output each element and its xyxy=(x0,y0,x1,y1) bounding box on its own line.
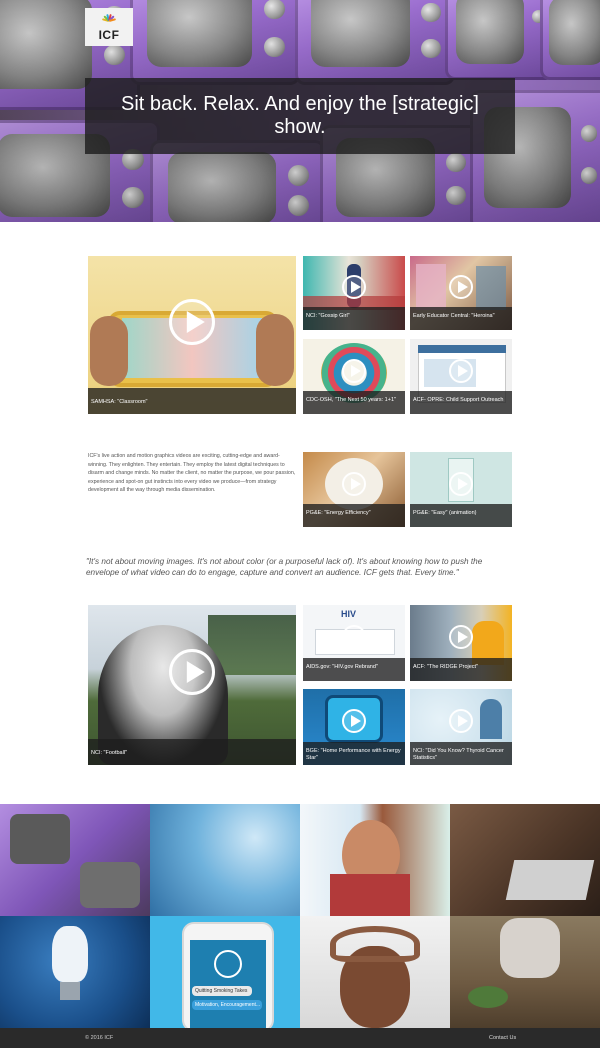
video-tile-pge-energy-efficiency[interactable]: PG&E: "Energy Efficiency" xyxy=(303,452,405,527)
video-caption: NCI: "Did You Know? Thyroid Cancer Stati… xyxy=(410,742,512,765)
hero-headline: Sit back. Relax. And enjoy the [strategi… xyxy=(121,93,479,138)
no-smoking-icon xyxy=(214,950,242,978)
hiv-logo-text: HIV xyxy=(341,609,357,619)
mosaic-photo-retro-tvs xyxy=(0,804,150,916)
mosaic-photo-heart-hands xyxy=(300,916,450,1028)
pull-quote: "It's not about moving images. It's not … xyxy=(86,557,483,577)
mosaic-photo-lightbulb xyxy=(0,916,150,1028)
photo-mosaic: Quitting Smoking Takes Motivation, Encou… xyxy=(0,804,600,1028)
mosaic-photo-blue-bokeh xyxy=(150,804,300,916)
video-caption: CDC-OSH, "The Next 50 years: 1+1" xyxy=(303,391,405,414)
phone-chip: Motivation, Encouragement... xyxy=(192,1000,262,1010)
play-icon[interactable] xyxy=(342,624,366,649)
video-tile-acf-ridge-project[interactable]: ACF: "The RIDGE Project" xyxy=(410,605,512,681)
video-tile-early-educator-heroina[interactable]: Early Educator Central: "Heroina" xyxy=(410,256,512,330)
video-tile-samhsa-classroom[interactable]: SAMHSA: "Classroom" xyxy=(88,256,296,414)
video-tile-pge-easy-animation[interactable]: PG&E: "Easy" (animation) xyxy=(410,452,512,527)
logo-wordmark: ICF xyxy=(98,27,120,42)
play-icon[interactable] xyxy=(342,708,366,733)
video-caption: NCI: "Football" xyxy=(88,739,296,765)
video-caption: NCI: "Gossip Girl" xyxy=(303,307,405,330)
video-tile-nci-gossip-girl[interactable]: NCI: "Gossip Girl" xyxy=(303,256,405,330)
video-caption: Early Educator Central: "Heroina" xyxy=(410,307,512,330)
site-footer: © 2016 ICF Contact Us xyxy=(0,1028,600,1048)
play-icon[interactable] xyxy=(449,708,473,733)
icf-logo[interactable]: ICF xyxy=(85,8,133,46)
video-caption: ACF- OPRE: Child Support Outreach xyxy=(410,391,512,414)
play-icon[interactable] xyxy=(449,624,473,649)
mosaic-photo-gardening xyxy=(450,916,600,1028)
logo-burst-icon xyxy=(100,13,118,28)
mosaic-photo-phone-app: Quitting Smoking Takes Motivation, Encou… xyxy=(150,916,300,1028)
hero-banner: Sit back. Relax. And enjoy the [strategi… xyxy=(85,78,515,154)
phone-chip: Quitting Smoking Takes xyxy=(192,986,252,996)
play-icon[interactable] xyxy=(449,358,473,383)
video-tile-cdc-osh-next-50-years[interactable]: CDC-OSH, "The Next 50 years: 1+1" xyxy=(303,339,405,414)
play-icon[interactable] xyxy=(342,275,366,300)
video-caption: PG&E: "Easy" (animation) xyxy=(410,504,512,527)
copyright-text: © 2016 ICF xyxy=(85,1035,114,1041)
video-tile-acf-opre-child-support[interactable]: ACF- OPRE: Child Support Outreach xyxy=(410,339,512,414)
video-caption: PG&E: "Energy Efficiency" xyxy=(303,504,405,527)
play-icon[interactable] xyxy=(169,649,215,696)
contact-us-link[interactable]: Contact Us xyxy=(489,1028,516,1048)
play-icon[interactable] xyxy=(342,471,366,496)
video-caption: SAMHSA: "Classroom" xyxy=(88,388,296,414)
play-icon[interactable] xyxy=(169,299,215,346)
video-tile-bge-home-performance[interactable]: BGE: "Home Performance with Energy Star" xyxy=(303,689,405,765)
video-tile-nci-football[interactable]: NCI: "Football" xyxy=(88,605,296,765)
video-caption: ACF: "The RIDGE Project" xyxy=(410,658,512,681)
intro-paragraph: ICF's live action and motion graphics vi… xyxy=(88,453,296,494)
play-icon[interactable] xyxy=(449,275,473,300)
hero-section: ICF Sit back. Relax. And enjoy the [stra… xyxy=(0,0,600,222)
video-tile-aids-gov-hiv-rebrand[interactable]: HIV AIDS.gov: "HIV.gov Rebrand" xyxy=(303,605,405,681)
video-tile-nci-thyroid-cancer[interactable]: NCI: "Did You Know? Thyroid Cancer Stati… xyxy=(410,689,512,765)
video-caption: BGE: "Home Performance with Energy Star" xyxy=(303,742,405,765)
mosaic-photo-laptop-hands xyxy=(450,804,600,916)
play-icon[interactable] xyxy=(449,471,473,496)
video-caption: AIDS.gov: "HIV.gov Rebrand" xyxy=(303,658,405,681)
play-icon[interactable] xyxy=(342,358,366,383)
mosaic-photo-woman-phone xyxy=(300,804,450,916)
